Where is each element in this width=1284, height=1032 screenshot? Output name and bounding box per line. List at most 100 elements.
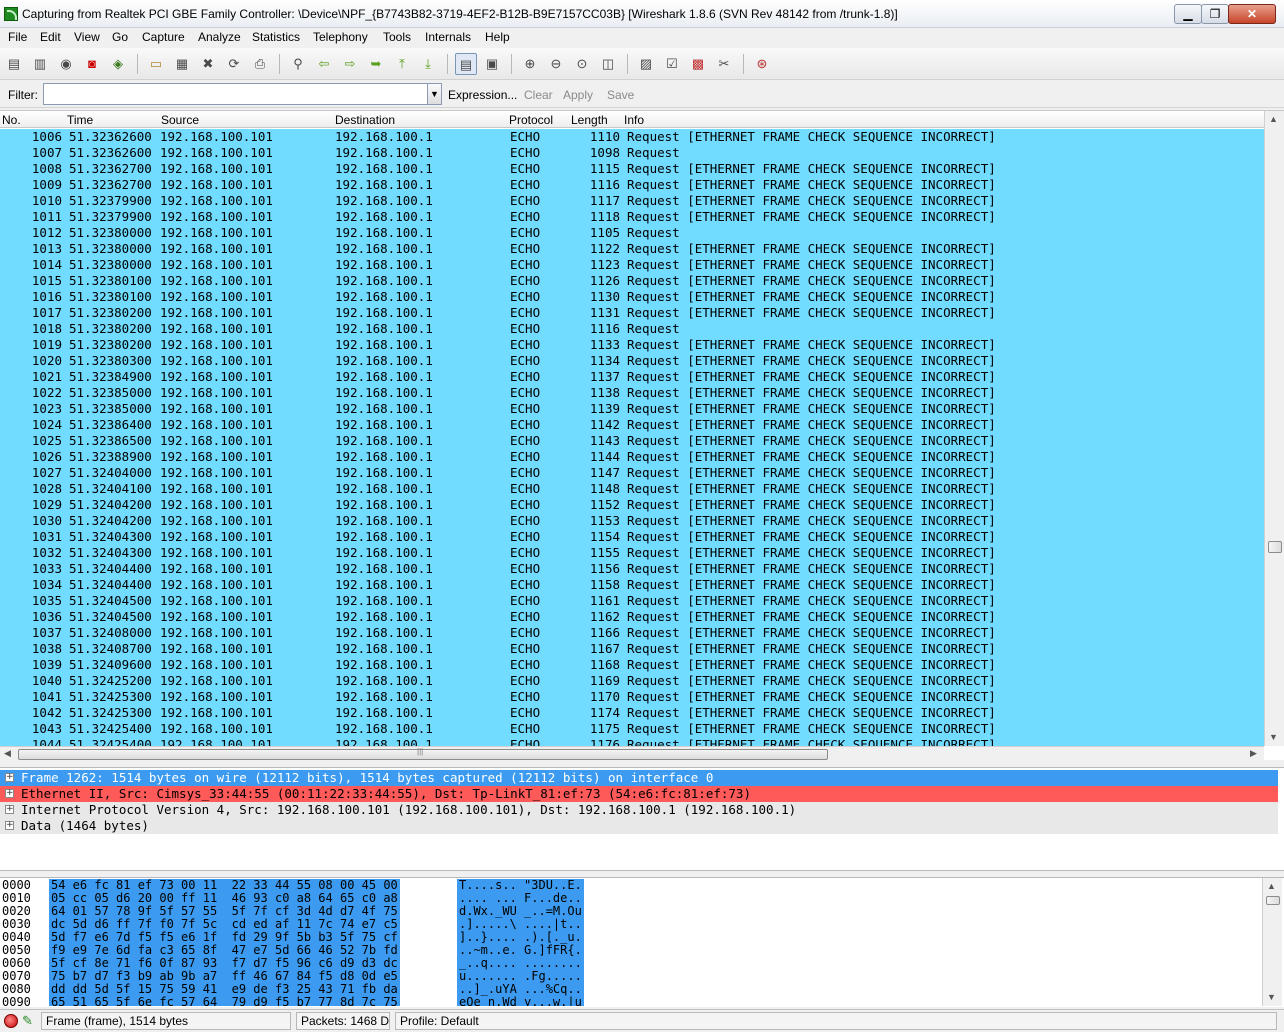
stop-icon[interactable]: ◙ bbox=[81, 53, 103, 75]
packet-row[interactable]: 1031 51.32404300 192.168.100.101 192.168.10… bbox=[0, 529, 1264, 545]
packet-row[interactable]: 1033 51.32404400 192.168.100.101 192.168.10… bbox=[0, 561, 1264, 577]
menu-help[interactable]: Help bbox=[485, 30, 510, 44]
packet-row[interactable]: 1014 51.32380000 192.168.100.101 192.168.10… bbox=[0, 257, 1264, 273]
column-header-no[interactable]: No. bbox=[2, 113, 21, 127]
packet-row[interactable]: 1007 51.32362600 192.168.100.101 192.168.10… bbox=[0, 145, 1264, 161]
expand-icon[interactable]: + bbox=[5, 789, 14, 798]
packet-row[interactable]: 1032 51.32404300 192.168.100.101 192.168.10… bbox=[0, 545, 1264, 561]
menu-internals[interactable]: Internals bbox=[425, 30, 471, 44]
packet-row[interactable]: 1018 51.32380200 192.168.100.101 192.168.10… bbox=[0, 321, 1264, 337]
packet-row[interactable]: 1041 51.32425300 192.168.100.101 192.168.10… bbox=[0, 689, 1264, 705]
bytes-vscrollbar[interactable]: ▲ ▼ bbox=[1262, 878, 1282, 1006]
scroll-up-icon[interactable]: ▲ bbox=[1267, 881, 1276, 891]
packet-row[interactable]: 1011 51.32379900 192.168.100.101 192.168.10… bbox=[0, 209, 1264, 225]
packet-row[interactable]: 1037 51.32408000 192.168.100.101 192.168.10… bbox=[0, 625, 1264, 641]
packet-row[interactable]: 1044 51.32425400 192.168.100.101 192.168.10… bbox=[0, 737, 1264, 746]
find-icon[interactable]: ⚲ bbox=[287, 53, 309, 75]
minimize-button[interactable]: ▁ bbox=[1174, 4, 1202, 24]
scroll-right-icon[interactable]: ▶ bbox=[1250, 748, 1257, 759]
normal-size-icon[interactable]: ⊙ bbox=[571, 53, 593, 75]
packet-row[interactable]: 1025 51.32386500 192.168.100.101 192.168.10… bbox=[0, 433, 1264, 449]
forward-icon[interactable]: ⇨ bbox=[339, 53, 361, 75]
goto-icon[interactable]: ➥ bbox=[365, 53, 387, 75]
colorize-icon[interactable]: ▤ bbox=[455, 53, 477, 75]
expert-info-icon[interactable] bbox=[4, 1014, 18, 1028]
menu-analyze[interactable]: Analyze bbox=[198, 30, 241, 44]
packet-row[interactable]: 1019 51.32380200 192.168.100.101 192.168.10… bbox=[0, 337, 1264, 353]
packet-row[interactable]: 1020 51.32380300 192.168.100.101 192.168.10… bbox=[0, 353, 1264, 369]
filter-input[interactable] bbox=[43, 83, 429, 105]
coloring-rules-icon[interactable]: ▩ bbox=[687, 53, 709, 75]
start-icon[interactable]: ◉ bbox=[55, 53, 77, 75]
packet-list-vscrollbar[interactable]: ▲ ▼ bbox=[1264, 111, 1284, 746]
resize-columns-icon[interactable]: ◫ bbox=[597, 53, 619, 75]
expand-icon[interactable]: + bbox=[5, 821, 14, 830]
bytes-view[interactable]: 0000 54 e6 fc 81 ef 73 00 11 22 33 44 55 … bbox=[0, 878, 1262, 1006]
packet-row[interactable]: 1017 51.32380200 192.168.100.101 192.168.10… bbox=[0, 305, 1264, 321]
packet-row[interactable]: 1034 51.32404400 192.168.100.101 192.168.10… bbox=[0, 577, 1264, 593]
close-icon[interactable]: ✖ bbox=[197, 53, 219, 75]
scroll-left-icon[interactable]: ◀ bbox=[4, 748, 11, 759]
packet-row[interactable]: 1012 51.32380000 192.168.100.101 192.168.10… bbox=[0, 225, 1264, 241]
packet-row[interactable]: 1036 51.32404500 192.168.100.101 192.168.10… bbox=[0, 609, 1264, 625]
packet-row[interactable]: 1027 51.32404000 192.168.100.101 192.168.10… bbox=[0, 465, 1264, 481]
column-header-length[interactable]: Length bbox=[571, 113, 608, 127]
packet-row[interactable]: 1024 51.32386400 192.168.100.101 192.168.10… bbox=[0, 417, 1264, 433]
menu-go[interactable]: Go bbox=[112, 30, 128, 44]
capture-filters-icon[interactable]: ▨ bbox=[635, 53, 657, 75]
print-icon[interactable]: ⎙ bbox=[249, 53, 271, 75]
apply-button[interactable]: Apply bbox=[563, 88, 593, 102]
packet-row[interactable]: 1040 51.32425200 192.168.100.101 192.168.10… bbox=[0, 673, 1264, 689]
menu-edit[interactable]: Edit bbox=[40, 30, 61, 44]
close-button[interactable]: ✕ bbox=[1228, 4, 1276, 24]
scroll-down-icon[interactable]: ▼ bbox=[1267, 992, 1276, 1002]
menu-capture[interactable]: Capture bbox=[142, 30, 185, 44]
column-header-time[interactable]: Time bbox=[67, 113, 93, 127]
packet-row[interactable]: 1009 51.32362700 192.168.100.101 192.168.10… bbox=[0, 177, 1264, 193]
menu-view[interactable]: View bbox=[74, 30, 100, 44]
packet-row[interactable]: 1016 51.32380100 192.168.100.101 192.168.10… bbox=[0, 289, 1264, 305]
packet-row[interactable]: 1035 51.32404500 192.168.100.101 192.168.10… bbox=[0, 593, 1264, 609]
packet-row[interactable]: 1022 51.32385000 192.168.100.101 192.168.10… bbox=[0, 385, 1264, 401]
bytes-scroll-thumb[interactable] bbox=[1266, 896, 1280, 905]
column-header-protocol[interactable]: Protocol bbox=[509, 113, 553, 127]
packet-row[interactable]: 1006 51.32362600 192.168.100.101 192.168.10… bbox=[0, 129, 1264, 145]
maximize-button[interactable]: ❐ bbox=[1201, 4, 1229, 24]
scroll-up-icon[interactable]: ▲ bbox=[1269, 114, 1278, 124]
save-icon[interactable]: ▦ bbox=[171, 53, 193, 75]
display-filters-icon[interactable]: ☑ bbox=[661, 53, 683, 75]
expand-icon[interactable]: + bbox=[5, 805, 14, 814]
menu-tools[interactable]: Tools bbox=[383, 30, 411, 44]
options-icon[interactable]: ▥ bbox=[29, 53, 51, 75]
packet-list-hscrollbar[interactable]: ◀ ▶ bbox=[0, 746, 1264, 761]
zoom-in-icon[interactable]: ⊕ bbox=[519, 53, 541, 75]
filter-dropdown-button[interactable]: ▼ bbox=[427, 83, 442, 105]
capture-comment-icon[interactable]: ✎ bbox=[22, 1013, 33, 1029]
first-icon[interactable]: ⤒ bbox=[391, 53, 413, 75]
reload-icon[interactable]: ⟳ bbox=[223, 53, 245, 75]
packet-row[interactable]: 1021 51.32384900 192.168.100.101 192.168.10… bbox=[0, 369, 1264, 385]
column-header-destination[interactable]: Destination bbox=[335, 113, 395, 127]
expression-button[interactable]: Expression... bbox=[448, 88, 517, 102]
clear-button[interactable]: Clear bbox=[524, 88, 553, 102]
detail-row-data[interactable]: + Data (1464 bytes) bbox=[0, 818, 1278, 834]
packet-row[interactable]: 1043 51.32425400 192.168.100.101 192.168.10… bbox=[0, 721, 1264, 737]
packet-row[interactable]: 1015 51.32380100 192.168.100.101 192.168.10… bbox=[0, 273, 1264, 289]
scroll-down-icon[interactable]: ▼ bbox=[1269, 732, 1278, 742]
interfaces-icon[interactable]: ▤ bbox=[3, 53, 25, 75]
preferences-icon[interactable]: ✂ bbox=[713, 53, 735, 75]
help-icon[interactable]: ⊛ bbox=[751, 53, 773, 75]
last-icon[interactable]: ⤓ bbox=[417, 53, 439, 75]
zoom-out-icon[interactable]: ⊖ bbox=[545, 53, 567, 75]
packet-row[interactable]: 1010 51.32379900 192.168.100.101 192.168.10… bbox=[0, 193, 1264, 209]
packet-row[interactable]: 1029 51.32404200 192.168.100.101 192.168.10… bbox=[0, 497, 1264, 513]
packet-row[interactable]: 1023 51.32385000 192.168.100.101 192.168.10… bbox=[0, 401, 1264, 417]
packet-row[interactable]: 1026 51.32388900 192.168.100.101 192.168.10… bbox=[0, 449, 1264, 465]
expand-icon[interactable]: + bbox=[5, 773, 14, 782]
back-icon[interactable]: ⇦ bbox=[313, 53, 335, 75]
packet-row[interactable]: 1028 51.32404100 192.168.100.101 192.168.10… bbox=[0, 481, 1264, 497]
menu-telephony[interactable]: Telephony bbox=[313, 30, 368, 44]
menu-file[interactable]: File bbox=[8, 30, 27, 44]
packet-row[interactable]: 1038 51.32408700 192.168.100.101 192.168.10… bbox=[0, 641, 1264, 657]
packet-row[interactable]: 1008 51.32362700 192.168.100.101 192.168.10… bbox=[0, 161, 1264, 177]
